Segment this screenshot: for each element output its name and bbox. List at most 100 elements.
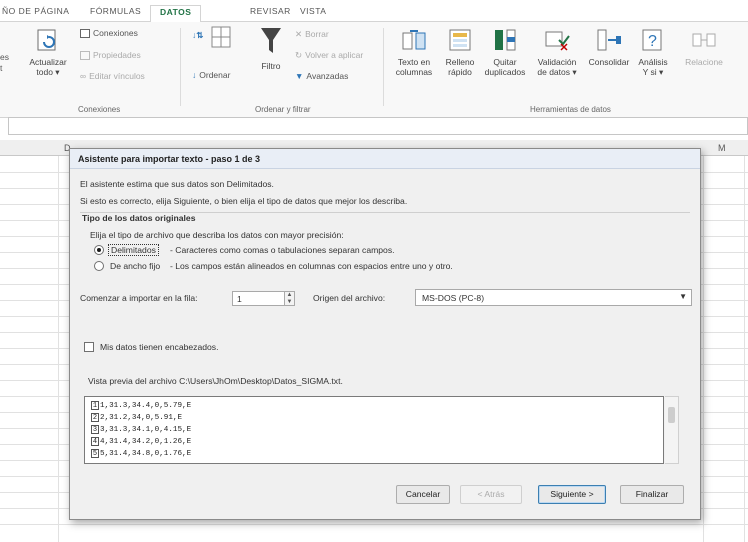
cancel-button[interactable]: Cancelar <box>396 485 450 504</box>
preview-row-number: 3 <box>91 425 99 434</box>
advanced-filter-button[interactable]: ▼ Avanzadas <box>295 71 348 81</box>
sort-button[interactable]: ↓ Ordenar <box>192 70 230 80</box>
clear-filter-button[interactable]: ✕ Borrar <box>295 29 329 40</box>
group-label-connections: Conexiones <box>78 105 121 114</box>
clear-label: Borrar <box>305 29 329 39</box>
preview-row: 3 3,31.3,34.1,0,4.15,E <box>91 425 191 434</box>
preview-row: 1 1,31.3,34.4,0,5.79,E <box>91 401 191 410</box>
headers-checkbox-label[interactable]: Mis datos tienen encabezados. <box>100 342 218 352</box>
file-origin-label: Origen del archivo: <box>313 293 386 303</box>
link-icon: ∞ <box>80 71 87 81</box>
radio-delimited[interactable] <box>94 245 104 255</box>
ribbon-divider <box>180 28 181 106</box>
connections-button[interactable]: Conexiones <box>80 28 138 39</box>
file-origin-select[interactable]: MS-DOS (PC-8) ▼ <box>415 289 692 306</box>
preview-row-text: 5,31.4,34.8,0,1.76,E <box>100 450 192 458</box>
preview-scrollbar[interactable] <box>665 396 679 464</box>
preview-row-number: 1 <box>91 401 99 410</box>
reapply-button[interactable]: ↻ Volver a aplicar <box>295 50 363 61</box>
tab-revisar[interactable]: REVISAR <box>250 6 291 16</box>
radio-fixed-width-label[interactable]: De ancho fijo <box>110 261 160 271</box>
reapply-label: Volver a aplicar <box>305 50 364 60</box>
connections-icon <box>80 29 90 39</box>
text-to-columns-icon <box>402 30 426 50</box>
flash-fill-button[interactable]: Relleno rápido <box>440 28 480 77</box>
properties-button[interactable]: Propiedades <box>80 50 141 61</box>
what-if-label-2: Y si ▾ <box>642 67 664 77</box>
data-type-prompt: Elija el tipo de archivo que describa lo… <box>90 230 344 240</box>
file-origin-value: MS-DOS (PC-8) <box>422 293 485 303</box>
consolidate-icon <box>597 29 621 51</box>
file-preview-box[interactable]: 1 1,31.3,34.4,0,5.79,E 2 2,31.2,34,0,5.91,… <box>84 396 664 464</box>
tab-datos[interactable]: DATOS <box>150 5 202 23</box>
start-row-value: 1 <box>237 294 242 304</box>
what-if-analysis-button[interactable]: ? Análisis Y si ▾ <box>634 28 672 77</box>
sort-label: Ordenar <box>199 70 231 80</box>
relationships-label: Relacione <box>685 57 723 67</box>
preview-row-text: 1,31.3,34.4,0,5.79,E <box>100 402 192 410</box>
next-button[interactable]: Siguiente > <box>538 485 606 504</box>
sort-icon <box>211 26 231 48</box>
back-button[interactable]: < Atrás <box>460 485 522 504</box>
radio-delimited-label[interactable]: Delimitados <box>108 244 159 256</box>
properties-icon <box>80 51 90 61</box>
refresh-all-label: Actualizar <box>29 57 67 67</box>
preview-row: 5 5,31.4,34.8,0,1.76,E <box>91 449 191 458</box>
ribbon: es t Actualizar todo ▾ Conexiones Propie… <box>0 22 748 118</box>
column-header-m[interactable]: M <box>718 143 726 153</box>
ribbon-edge-label: t <box>0 63 3 73</box>
what-if-icon: ? <box>642 29 662 51</box>
data-validation-button[interactable]: Validación de datos ▾ <box>532 28 582 77</box>
formula-input[interactable] <box>8 117 748 135</box>
relationships-icon <box>692 33 716 47</box>
svg-text:?: ? <box>648 33 657 50</box>
preview-row-number: 5 <box>91 449 99 458</box>
preview-label: Vista previa del archivo C:\Users\JhOm\D… <box>88 376 343 386</box>
edit-links-label: Editar vínculos <box>89 71 145 81</box>
preview-row-number: 4 <box>91 437 99 446</box>
ribbon-edge-label: es <box>0 52 9 62</box>
fixed-width-description: - Los campos están alineados en columnas… <box>170 261 453 271</box>
refresh-all-button[interactable]: Actualizar todo ▾ <box>26 28 70 77</box>
ribbon-divider <box>383 28 384 106</box>
consolidate-button[interactable]: Consolidar <box>586 28 632 67</box>
start-row-spinner[interactable]: ▲ ▼ <box>284 291 295 306</box>
filter-label: Filtro <box>261 61 281 71</box>
delimited-description: - Caracteres como comas o tabulaciones s… <box>170 245 395 255</box>
finish-button[interactable]: Finalizar <box>620 485 684 504</box>
data-validation-icon <box>545 31 570 51</box>
remove-duplicates-label-2: duplicados <box>484 67 526 77</box>
preview-row-text: 3,31.3,34.1,0,4.15,E <box>100 426 192 434</box>
flash-fill-label-2: rápido <box>448 67 472 77</box>
sort-az-icon[interactable]: ↓⇅ <box>192 30 203 41</box>
chevron-down-icon: ▼ <box>679 292 687 301</box>
remove-duplicates-label: Quitar <box>493 57 517 67</box>
remove-duplicates-icon <box>495 29 516 51</box>
reapply-icon: ↻ <box>295 50 303 60</box>
text-to-columns-button[interactable]: Texto en columnas <box>390 28 438 77</box>
sort-az-box[interactable] <box>210 26 232 53</box>
text-import-wizard-dialog: Asistente para importar texto - paso 1 d… <box>69 148 701 520</box>
filter-button[interactable]: Filtro <box>257 26 285 71</box>
radio-fixed-width[interactable] <box>94 261 104 271</box>
preview-row: 4 4,31.4,34.2,0,1.26,E <box>91 437 191 446</box>
connections-label: Conexiones <box>93 28 138 38</box>
data-validation-label-2: de datos ▾ <box>537 67 577 77</box>
headers-checkbox[interactable] <box>84 342 94 352</box>
sort-za-icon: ↓ <box>192 70 197 80</box>
relationships-button[interactable]: Relacione <box>674 28 734 67</box>
grid-line <box>58 156 59 542</box>
tab-page-layout[interactable]: ÑO DE PÁGINA <box>2 6 69 16</box>
edit-links-button[interactable]: ∞ Editar vínculos <box>80 71 145 81</box>
grid-line <box>0 524 748 525</box>
ribbon-tab-bar: ÑO DE PÁGINA FÓRMULAS DATOS REVISAR VIST… <box>0 0 748 23</box>
scrollbar-thumb[interactable] <box>668 407 675 423</box>
dialog-title-bar[interactable]: Asistente para importar texto - paso 1 d… <box>70 149 700 169</box>
remove-duplicates-button[interactable]: Quitar duplicados <box>482 28 528 77</box>
preview-row-text: 4,31.4,34.2,0,1.26,E <box>100 438 192 446</box>
flash-fill-label: Relleno <box>445 57 475 67</box>
wizard-instruction-text: Si esto es correcto, elija Siguiente, o … <box>80 196 408 206</box>
tab-vista[interactable]: VISTA <box>300 6 326 16</box>
tab-formulas[interactable]: FÓRMULAS <box>90 6 141 16</box>
wizard-estimate-text: El asistente estima que sus datos son De… <box>80 179 274 189</box>
